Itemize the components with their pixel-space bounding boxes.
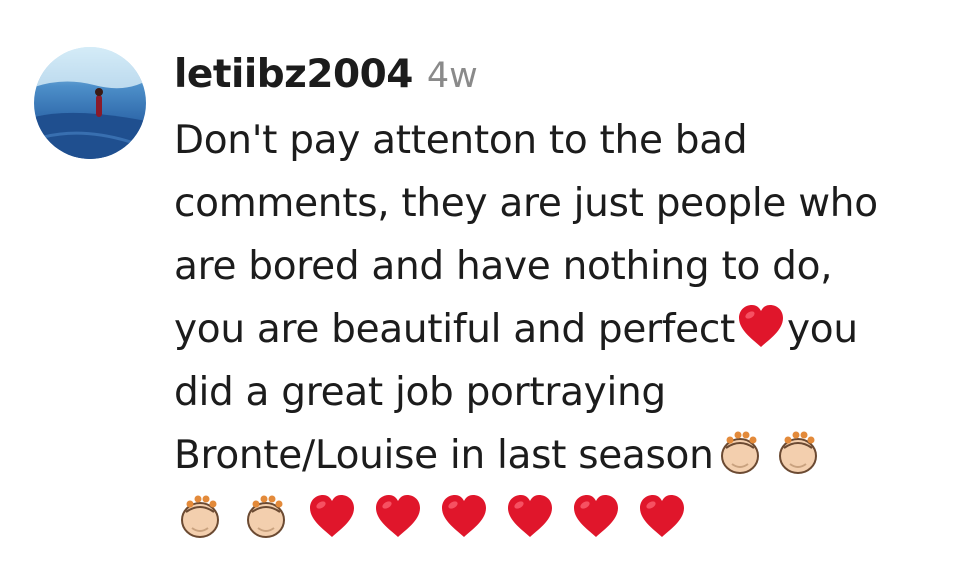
comment-line-text: Bronte/Louise in last season [174, 433, 714, 478]
heart-icon [636, 490, 688, 542]
trailing-emoji-row [174, 486, 688, 546]
comment-line: comments, they are just people who [174, 181, 878, 226]
timestamp[interactable]: 4w [427, 56, 478, 96]
comment-line: are bored and have nothing to do, [174, 244, 833, 289]
profile-photo-icon [34, 47, 146, 159]
comment-line-text: you are beautiful and perfect [174, 307, 736, 352]
heart-icon [570, 490, 622, 542]
heart-icon [504, 490, 556, 542]
comment-line-text: you [787, 307, 858, 352]
comment-text: Don't pay attenton to the bad comments, … [174, 109, 974, 487]
comment-line: Don't pay attenton to the bad [174, 118, 748, 163]
clapping-hands-icon [240, 490, 292, 542]
username-link[interactable]: letiibz2004 [174, 52, 413, 97]
clapping-hands-icon [772, 426, 824, 478]
clapping-hands-icon [174, 490, 226, 542]
comment-line: Bronte/Louise in last season [174, 424, 974, 487]
comment-line: did a great job portraying [174, 370, 666, 415]
comment-line: you are beautiful and perfect you [174, 298, 974, 361]
avatar[interactable] [34, 47, 146, 159]
heart-icon [735, 300, 787, 352]
clapping-hands-icon [714, 426, 766, 478]
heart-icon [438, 490, 490, 542]
comment: letiibz2004 4w Don't pay attenton to the… [0, 0, 980, 577]
comment-header: letiibz2004 4w [174, 52, 478, 108]
heart-icon [372, 490, 424, 542]
heart-icon [306, 490, 358, 542]
